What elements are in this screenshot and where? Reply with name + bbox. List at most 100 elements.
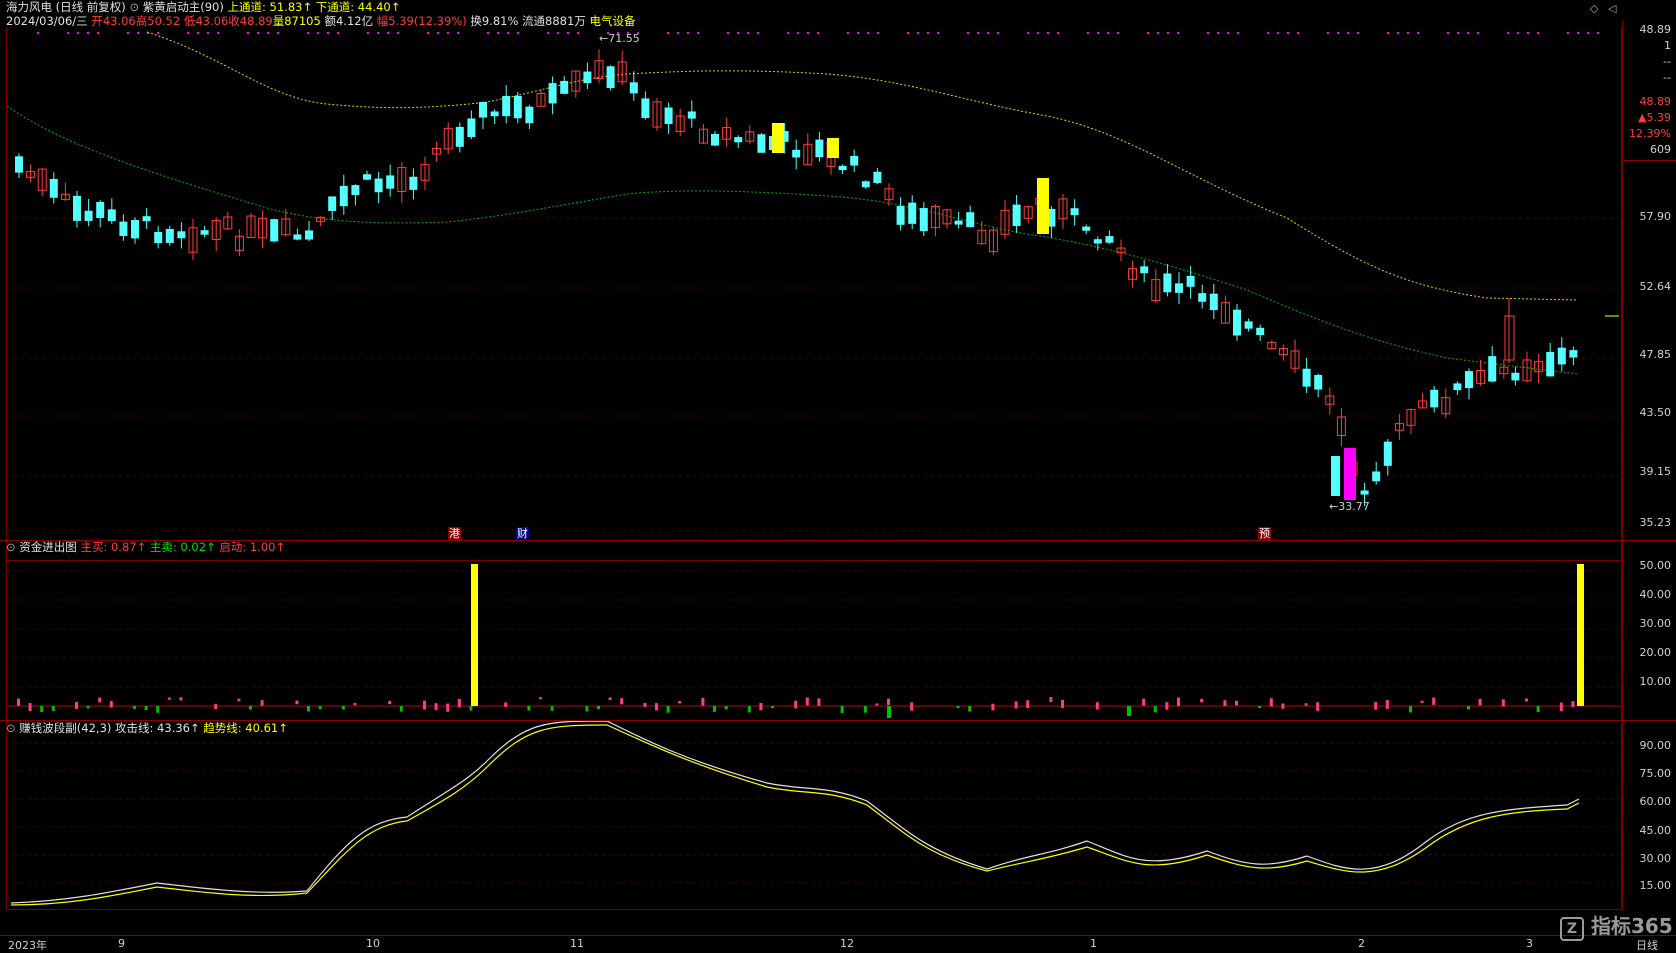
price-tick: 47.85 <box>1639 348 1672 361</box>
wave-pane[interactable] <box>6 721 1622 910</box>
candle-body <box>1163 273 1172 293</box>
signal-dot <box>847 32 849 34</box>
panel-toggle-icon[interactable]: ⊙ <box>6 721 16 735</box>
signal-dot <box>457 32 459 34</box>
signal-dot <box>497 32 499 34</box>
wave-chart[interactable] <box>7 721 1621 908</box>
signal-dot <box>487 32 489 34</box>
signal-dot <box>1157 32 1159 34</box>
candle-body <box>1233 309 1241 336</box>
fund-bar-sell <box>307 706 310 712</box>
signal-dot <box>1527 32 1529 34</box>
fund-bar-buy <box>817 698 821 706</box>
time-label: 9 <box>118 937 125 950</box>
axis-info-value: 48.89 <box>1639 95 1672 108</box>
signal-dot <box>547 32 549 34</box>
signal-dot <box>277 32 279 34</box>
candle-body <box>687 111 696 119</box>
signal-dot <box>1447 32 1449 34</box>
signal-dot <box>757 32 759 34</box>
candle-body <box>1302 368 1311 387</box>
signal-dot <box>1057 32 1059 34</box>
watermark: Z 指标365 <box>1560 910 1673 941</box>
fund-bar-buy <box>655 703 658 711</box>
fund-bar-sell <box>840 706 844 713</box>
wave-panel-title[interactable]: 赚钱波段副(42,3) <box>19 721 111 735</box>
fund-tick: 50.00 <box>1639 559 1672 572</box>
candle-body <box>1430 389 1439 408</box>
fund-bar-sell <box>399 706 403 712</box>
fund-bar-buy <box>457 698 461 708</box>
float-shares-value: 流通8881万 <box>522 14 586 28</box>
event-badge-hk[interactable]: 港 <box>448 527 461 540</box>
fund-bar-sell <box>527 706 531 711</box>
lower-band-line <box>7 105 1578 375</box>
signal-dot <box>447 32 449 34</box>
axis-info-value: ▲5.39 <box>1638 111 1671 124</box>
signal-dot <box>737 32 739 34</box>
fund-tick: 30.00 <box>1639 617 1672 630</box>
fund-flow-pane[interactable] <box>6 541 1622 721</box>
fund-bar-buy <box>1142 698 1146 706</box>
candle-body <box>583 71 592 84</box>
event-badge-finance[interactable]: 财 <box>516 527 529 540</box>
sector-value[interactable]: 电气设备 <box>589 14 635 28</box>
arrow-left-icon[interactable]: ◁ <box>1608 2 1616 15</box>
candle-body <box>1511 372 1520 381</box>
time-label: 2 <box>1358 937 1365 950</box>
main-buy-value: 主买: 0.87↑ <box>80 540 147 554</box>
candle-body <box>305 230 313 240</box>
signal-dot <box>727 32 729 34</box>
fund-bar-buy <box>1026 700 1030 709</box>
fund-bar-sell <box>666 706 670 713</box>
fund-bar-buy <box>28 703 32 712</box>
chevron-down-icon[interactable]: ⊙ <box>129 0 139 14</box>
start-signal-bar <box>471 564 478 706</box>
signal-dot <box>1227 32 1229 34</box>
candle-body <box>966 212 975 228</box>
signal-dot <box>97 32 99 34</box>
candle-body <box>525 106 534 124</box>
price-tick: 52.64 <box>1639 280 1672 293</box>
candle-body <box>792 149 801 158</box>
candle-body <box>131 219 139 239</box>
signal-dot <box>517 32 519 34</box>
fund-bar-buy <box>423 700 426 710</box>
signal-dot <box>1387 32 1389 34</box>
signal-dot <box>1537 32 1539 34</box>
fund-bar-sell <box>1409 706 1412 713</box>
fund-bar-buy <box>1281 703 1285 709</box>
wave-tick: 15.00 <box>1639 879 1672 892</box>
event-badge-forecast[interactable]: 预 <box>1258 527 1271 540</box>
change-value: 幅5.39(12.39%) <box>376 14 467 28</box>
signal-dot <box>267 32 269 34</box>
candle-body <box>954 220 963 225</box>
candle-body <box>200 230 209 235</box>
candle-body <box>142 216 151 222</box>
candle-body <box>154 231 163 244</box>
fund-bar-buy <box>887 698 890 706</box>
candle-body <box>1012 204 1021 227</box>
fund-panel-title[interactable]: 资金进出图 <box>19 540 77 554</box>
signal-candle-yellow <box>1037 178 1049 234</box>
fund-bar-buy <box>1177 697 1180 707</box>
signal-dot <box>977 32 979 34</box>
signal-dot <box>987 32 989 34</box>
candle-body <box>1140 266 1149 274</box>
fund-bar-buy <box>214 703 218 710</box>
fund-bar-buy <box>1269 698 1273 707</box>
indicator-name[interactable]: 紫黄启动主(90) <box>143 0 224 14</box>
candle-body <box>850 155 859 166</box>
candle-body <box>386 175 395 189</box>
candle-body <box>606 66 615 88</box>
panel-toggle-icon[interactable]: ⊙ <box>6 540 16 554</box>
fund-bar-buy <box>1235 700 1238 706</box>
fund-bar-sell <box>1258 706 1262 709</box>
fund-bar-sell <box>771 706 774 709</box>
fund-bar-buy <box>353 703 357 706</box>
candlestick-chart[interactable]: ←71.55 ←33.77 <box>7 28 1621 560</box>
price-chart-pane[interactable]: ←71.55 ←33.77 <box>6 28 1622 561</box>
fund-flow-chart[interactable] <box>7 541 1621 719</box>
signal-dot <box>67 32 69 34</box>
diamond-icon[interactable]: ◇ <box>1590 2 1598 15</box>
